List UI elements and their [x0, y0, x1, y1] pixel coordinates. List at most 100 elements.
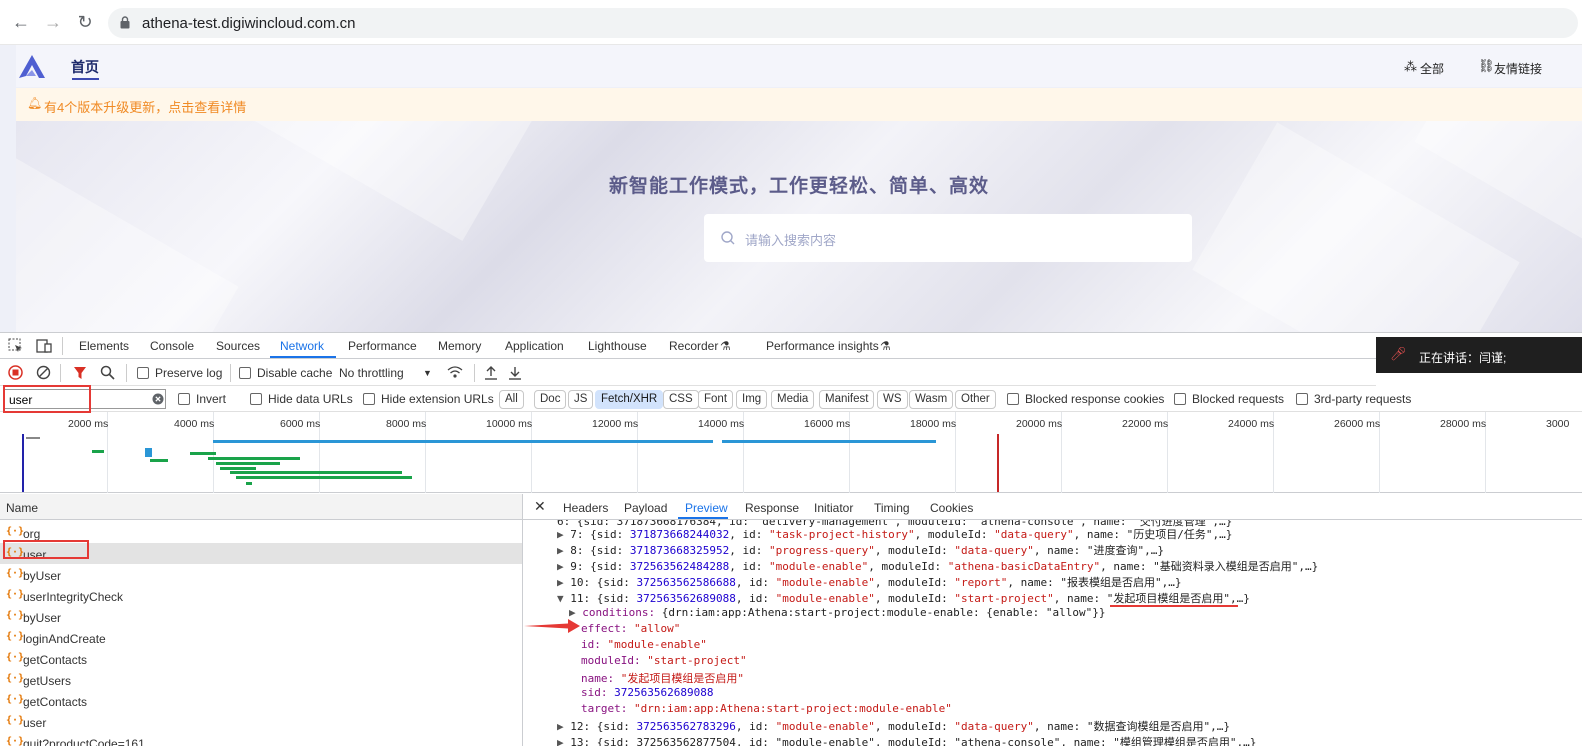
blocked-cookies-checkbox[interactable]	[1007, 393, 1019, 405]
json-row[interactable]: ▶ 8: {sid: 371873668325952, id: "progres…	[557, 542, 1164, 558]
type-filter-css[interactable]: CSS	[663, 390, 699, 409]
tab-preview[interactable]: Preview	[685, 501, 728, 515]
tab-elements[interactable]: Elements	[79, 339, 129, 353]
request-row[interactable]: {·} quit?productCode=161...	[0, 732, 522, 746]
tab-memory[interactable]: Memory	[438, 339, 481, 353]
request-row[interactable]: {·} byUser	[0, 606, 522, 627]
expand-triangle-icon[interactable]: ▶	[557, 560, 570, 573]
type-filter-fetch-xhr[interactable]: Fetch/XHR	[595, 390, 664, 409]
inspect-icon[interactable]	[8, 338, 24, 354]
xhr-icon: {·}	[6, 694, 25, 705]
address-bar[interactable]: athena-test.digiwincloud.com.cn	[108, 8, 1578, 38]
import-har-icon[interactable]	[484, 365, 498, 380]
type-filter-all[interactable]: All	[499, 390, 524, 409]
athena-logo-icon[interactable]	[16, 52, 50, 80]
type-filter-doc[interactable]: Doc	[534, 390, 567, 409]
nav-home[interactable]: 首页	[71, 57, 99, 77]
tab-payload[interactable]: Payload	[624, 501, 667, 515]
close-icon[interactable]: ✕	[534, 498, 546, 515]
json-row[interactable]: ▶ 9: {sid: 372563562484288, id: "module-…	[557, 558, 1318, 574]
type-filter-wasm[interactable]: Wasm	[909, 390, 954, 409]
tab-console[interactable]: Console	[150, 339, 194, 353]
timeline-bar	[216, 462, 280, 465]
network-filter-bar: user Invert Hide data URLs Hide extensio…	[0, 386, 1582, 412]
notice-bar[interactable]: 🔔︎ 有4个版本升级更新，点击查看详情	[16, 88, 1582, 121]
json-row[interactable]: ▶ 12: {sid: 372563562783296, id: "module…	[557, 718, 1230, 734]
hide-extension-urls-checkbox[interactable]	[363, 393, 375, 405]
expand-triangle-icon[interactable]: ▶	[557, 576, 570, 589]
detail-tabbar: ✕ Headers Payload Preview Response Initi…	[523, 494, 1582, 520]
tab-response[interactable]: Response	[745, 501, 799, 515]
chevron-down-icon[interactable]: ▼	[423, 368, 432, 378]
request-row[interactable]: {·} userIntegrityCheck	[0, 585, 522, 606]
request-row[interactable]: {·} loginAndCreate	[0, 627, 522, 648]
xhr-icon: {·}	[6, 673, 25, 684]
type-filter-media[interactable]: Media	[771, 390, 815, 409]
clear-icon[interactable]	[36, 365, 51, 380]
tab-sources[interactable]: Sources	[216, 339, 260, 353]
name-column-header[interactable]: Name	[0, 494, 522, 520]
invert-checkbox[interactable]	[178, 393, 190, 405]
network-overview[interactable]: 2000 ms 4000 ms 6000 ms 8000 ms 10000 ms…	[0, 412, 1582, 493]
search-input[interactable]: 请输入搜索内容	[704, 214, 1192, 262]
tab-timing[interactable]: Timing	[874, 501, 910, 515]
json-row[interactable]: ▶ 7: {sid: 371873668244032, id: "task-pr…	[557, 526, 1232, 542]
timeline-bar	[220, 467, 256, 470]
tab-application[interactable]: Application	[505, 339, 564, 353]
header-all-link[interactable]: 全部	[1420, 60, 1444, 77]
type-filter-ws[interactable]: WS	[877, 390, 908, 409]
tab-lighthouse[interactable]: Lighthouse	[588, 339, 647, 353]
type-filter-js[interactable]: JS	[568, 390, 594, 409]
json-field-conditions[interactable]: ▶ conditions: {drn:iam:app:Athena:start-…	[569, 606, 1105, 619]
blocked-requests-checkbox[interactable]	[1174, 393, 1186, 405]
expand-triangle-icon[interactable]: ▶	[557, 528, 570, 541]
clear-filter-icon[interactable]	[152, 393, 164, 405]
grid-icon: ⁂	[1404, 59, 1417, 74]
expand-triangle-icon[interactable]: ▶	[557, 720, 570, 733]
request-row[interactable]: {·} getContacts	[0, 690, 522, 711]
tab-performance[interactable]: Performance	[348, 339, 417, 353]
throttling-select[interactable]: No throttling	[339, 366, 404, 380]
tab-cookies[interactable]: Cookies	[930, 501, 973, 515]
expand-triangle-icon[interactable]: ▶	[557, 544, 570, 557]
tab-headers[interactable]: Headers	[563, 501, 608, 515]
record-stop-icon[interactable]	[8, 365, 23, 380]
third-party-checkbox[interactable]	[1296, 393, 1308, 405]
device-toolbar-icon[interactable]	[36, 338, 52, 354]
type-filter-manifest[interactable]: Manifest	[819, 390, 875, 409]
expand-triangle-icon[interactable]: ▶	[569, 606, 582, 619]
devtools-tabbar: Elements Console Sources Network Perform…	[0, 333, 1582, 359]
request-row[interactable]: {·} byUser	[0, 564, 522, 585]
tab-preview-underline	[678, 517, 728, 519]
collapse-triangle-icon[interactable]: ▼	[557, 592, 570, 605]
export-har-icon[interactable]	[508, 365, 522, 380]
forward-icon[interactable]: →	[42, 11, 64, 33]
reload-icon[interactable]: ↻	[74, 11, 96, 33]
devtools-panel: Elements Console Sources Network Perform…	[0, 332, 1582, 746]
search-icon[interactable]	[100, 365, 115, 380]
header-friend-links[interactable]: 友情链接	[1494, 60, 1542, 77]
filter-icon[interactable]	[73, 366, 87, 380]
request-row[interactable]: {·} getUsers	[0, 669, 522, 690]
filter-highlight-box	[3, 385, 91, 413]
disable-cache-checkbox[interactable]	[239, 367, 251, 379]
back-icon[interactable]: ←	[10, 11, 32, 33]
tab-recorder[interactable]: Recorder	[669, 339, 718, 353]
preserve-log-checkbox[interactable]	[137, 367, 149, 379]
tab-network[interactable]: Network	[280, 339, 324, 353]
tick-label: 12000 ms	[592, 418, 639, 430]
network-conditions-icon[interactable]	[447, 365, 463, 380]
hide-data-urls-checkbox[interactable]	[250, 393, 262, 405]
request-row[interactable]: {·} user	[0, 711, 522, 732]
json-row[interactable]: ▶ 13: {sid: 372563562877504, id: "module…	[557, 734, 1256, 746]
type-filter-font[interactable]: Font	[698, 390, 734, 409]
json-row[interactable]: ▶ 10: {sid: 372563562586688, id: "module…	[557, 574, 1182, 590]
type-filter-img[interactable]: Img	[736, 390, 768, 409]
request-row[interactable]: {·} getContacts	[0, 648, 522, 669]
timeline-bar	[145, 448, 152, 457]
notice-text[interactable]: 有4个版本升级更新，点击查看详情	[44, 97, 246, 116]
type-filter-other[interactable]: Other	[955, 390, 996, 409]
tab-initiator[interactable]: Initiator	[814, 501, 853, 515]
json-row-expanded[interactable]: ▼ 11: {sid: 372563562689088, id: "module…	[557, 590, 1250, 606]
tab-performance-insights[interactable]: Performance insights	[766, 339, 879, 353]
